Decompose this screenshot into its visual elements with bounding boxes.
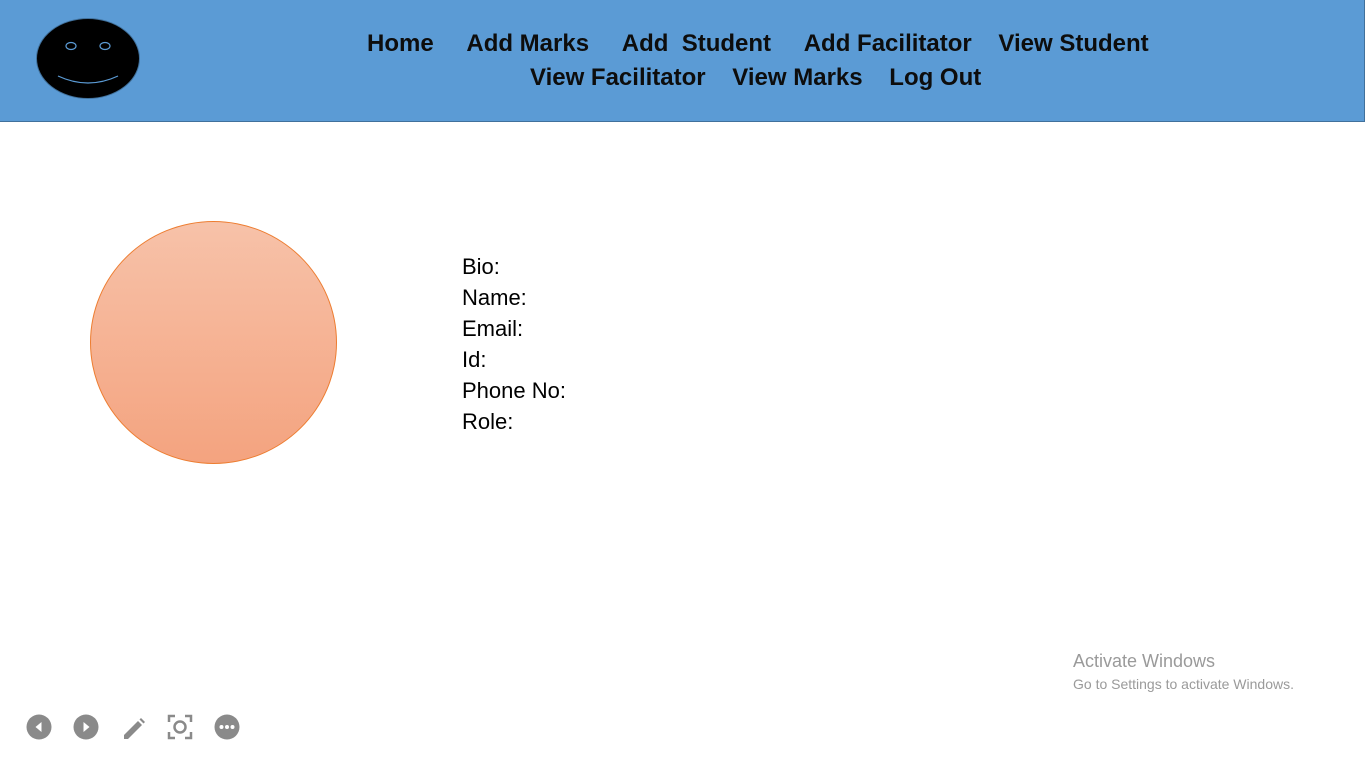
previous-slide-icon[interactable] xyxy=(26,714,54,742)
nav-add-student-link[interactable]: Add Student xyxy=(622,29,771,59)
profile-avatar xyxy=(90,221,337,464)
nav-view-facilitator-link[interactable]: View Facilitator xyxy=(530,63,706,93)
nav-log-out-link[interactable]: Log Out xyxy=(889,63,981,93)
pen-icon[interactable] xyxy=(120,714,148,742)
id-label: Id: xyxy=(462,347,487,372)
nav-home-link[interactable]: Home xyxy=(367,29,434,59)
profile-details: Bio: Name: Email: Id: Phone No: Role: xyxy=(462,251,566,437)
nav-view-student-link[interactable]: View Student xyxy=(998,29,1148,59)
watermark-title: Activate Windows xyxy=(1073,651,1216,671)
next-slide-icon[interactable] xyxy=(73,714,101,742)
slide-page: Home Add Marks Add Student Add Facilitat… xyxy=(0,0,1366,768)
smiley-logo-icon xyxy=(36,18,140,99)
phone-label: Phone No: xyxy=(462,378,566,403)
bio-label: Bio: xyxy=(462,254,500,279)
nav-row-secondary: View Facilitator View Marks Log Out xyxy=(530,63,981,93)
nav-view-marks-link[interactable]: View Marks xyxy=(732,63,862,93)
watermark-subtitle: Go to Settings to activate Windows. xyxy=(1073,676,1294,692)
nav-row-primary: Home Add Marks Add Student Add Facilitat… xyxy=(367,29,1149,59)
header-bar: Home Add Marks Add Student Add Facilitat… xyxy=(0,0,1365,122)
nav-add-marks-link[interactable]: Add Marks xyxy=(466,29,589,59)
zoom-icon[interactable] xyxy=(167,714,195,742)
more-options-icon[interactable] xyxy=(214,714,242,742)
name-label: Name: xyxy=(462,285,527,310)
activate-windows-watermark: Activate Windows Go to Settings to activ… xyxy=(1073,649,1294,695)
email-label: Email: xyxy=(462,316,524,341)
nav-add-facilitator-link[interactable]: Add Facilitator xyxy=(804,29,972,59)
role-label: Role: xyxy=(462,409,514,434)
